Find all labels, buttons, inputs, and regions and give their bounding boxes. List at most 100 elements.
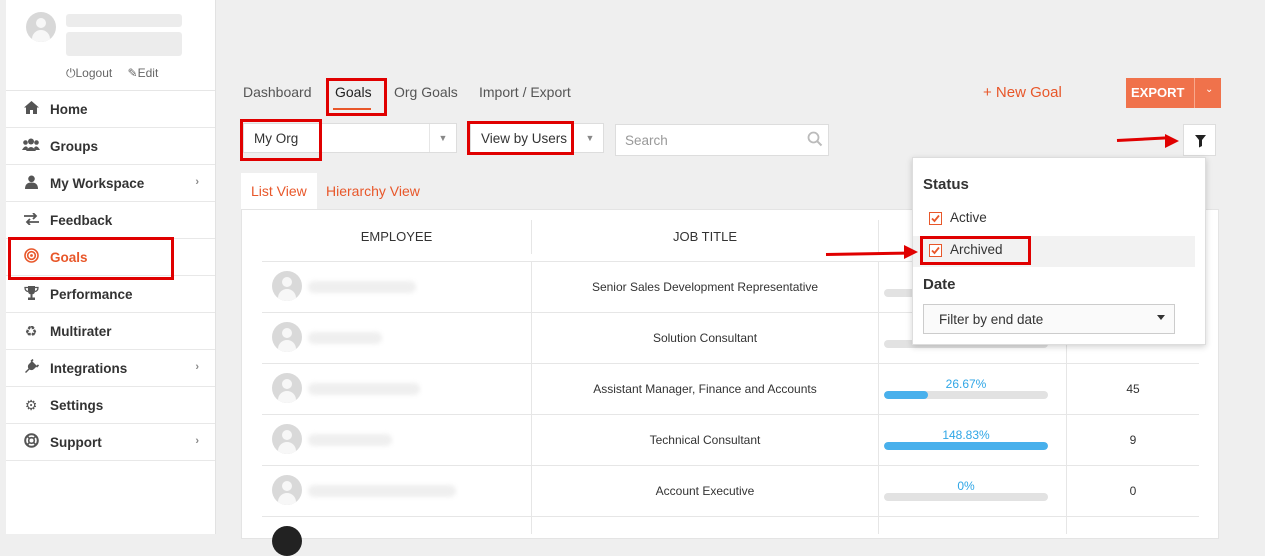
redacted-user-name (66, 14, 182, 27)
view-select[interactable]: View by Users ▼ (470, 123, 604, 153)
row-divider (262, 414, 1199, 415)
status-section-title: Status (923, 176, 969, 193)
job-title-cell: Assistant Manager, Finance and Accounts (593, 382, 817, 396)
avatar (272, 526, 302, 556)
avatar (272, 271, 302, 301)
sidebar-item-my-workspace[interactable]: My Workspace › (6, 165, 215, 202)
tab-list-view[interactable]: List View (241, 173, 317, 210)
dropdown-arrow-icon: ▼ (429, 124, 456, 152)
active-tab-underline (333, 108, 371, 110)
chevron-down-icon[interactable]: ⌄ (1205, 84, 1213, 95)
progress-percent: 26.67% (945, 377, 987, 391)
sidebar-item-label: My Workspace (50, 175, 145, 191)
funnel-icon (1195, 135, 1206, 148)
active-checkbox[interactable] (929, 212, 942, 225)
annotation-arrow-head (904, 245, 918, 259)
sidebar-item-label: Settings (50, 397, 104, 413)
recycle-icon: ♻ (24, 322, 38, 339)
user-icon (22, 175, 40, 192)
job-title-cell: Solution Consultant (652, 331, 758, 345)
search-icon[interactable] (807, 131, 823, 147)
job-title-cell: Technical Consultant (649, 433, 761, 447)
sidebar-item-label: Integrations (50, 360, 128, 376)
header-divider (878, 220, 879, 254)
progress-fill (884, 391, 928, 399)
goal-count-cell: 0 (1129, 484, 1137, 498)
home-icon (22, 101, 40, 117)
trophy-icon (22, 285, 40, 303)
redacted-employee-name (308, 383, 420, 395)
sidebar-item-multirater[interactable]: ♻ Multirater (6, 313, 215, 350)
sidebar-item-settings[interactable]: ⚙ Settings (6, 387, 215, 424)
redacted-user-title (66, 32, 182, 56)
plug-icon (22, 358, 40, 377)
target-icon (22, 248, 40, 266)
search-input[interactable] (615, 124, 829, 156)
active-checkbox-label[interactable]: Active (950, 210, 987, 225)
logout-link[interactable]: ⏻Logout (66, 66, 116, 80)
date-section-title: Date (923, 276, 956, 293)
edit-link[interactable]: ✎Edit (128, 66, 159, 80)
org-select[interactable]: My Org ▼ (243, 123, 457, 153)
tab-hierarchy-view[interactable]: Hierarchy View (326, 173, 420, 210)
date-filter-select[interactable]: Filter by end date (923, 304, 1175, 334)
pencil-icon: ✎ (127, 66, 138, 80)
archived-checkbox[interactable] (929, 244, 942, 257)
export-label: EXPORT (1131, 85, 1185, 100)
header-divider (531, 220, 532, 254)
tab-goals[interactable]: Goals (335, 84, 372, 100)
annotation-arrow-head (1165, 134, 1179, 148)
sidebar-item-home[interactable]: Home (6, 91, 215, 128)
chevron-right-icon: › (195, 176, 199, 188)
column-header-employee[interactable]: EMPLOYEE (262, 229, 531, 244)
job-title-cell: Senior Sales Development Representative (591, 280, 819, 294)
view-select-value: View by Users (481, 131, 568, 146)
checkmark-icon (931, 214, 940, 223)
sidebar-item-label: Home (50, 101, 88, 117)
sidebar-item-feedback[interactable]: Feedback (6, 202, 215, 239)
new-goal-button[interactable]: + New Goal (983, 84, 1062, 101)
row-divider (262, 465, 1199, 466)
job-title-cell: Account Executive (655, 484, 755, 498)
sidebar-item-label: Multirater (50, 323, 112, 339)
column-divider (878, 262, 879, 534)
avatar (272, 475, 302, 505)
swap-arrows-icon (22, 212, 40, 228)
export-button[interactable]: EXPORT ⌄ (1126, 78, 1221, 108)
filter-button[interactable] (1183, 124, 1216, 156)
goal-count-cell: 45 (1126, 382, 1140, 396)
progress-percent: 148.83% (942, 428, 990, 442)
row-divider (262, 516, 1199, 517)
archived-checkbox-label[interactable]: Archived (950, 242, 1003, 257)
profile-block: ⏻Logout ✎Edit (6, 0, 215, 91)
avatar[interactable] (26, 12, 56, 42)
redacted-employee-name (308, 281, 416, 293)
sidebar-item-performance[interactable]: Performance (6, 276, 215, 313)
progress-bar (884, 493, 1048, 501)
edit-label: Edit (137, 66, 159, 80)
progress-fill (884, 442, 1048, 450)
sidebar-item-label: Groups (50, 138, 99, 154)
tab-dashboard[interactable]: Dashboard (243, 84, 312, 100)
groups-icon (22, 138, 40, 154)
progress-bar (884, 442, 1048, 450)
tab-org-goals[interactable]: Org Goals (394, 84, 458, 100)
sidebar-item-groups[interactable]: Groups (6, 128, 215, 165)
redacted-employee-name (308, 332, 382, 344)
chevron-right-icon: › (195, 435, 199, 447)
sidebar-item-support[interactable]: Support › (6, 424, 215, 461)
profile-links: ⏻Logout ✎Edit (66, 66, 170, 81)
sidebar-item-label: Goals (50, 249, 88, 265)
sidebar: ⏻Logout ✎Edit Home Groups My Workspace ›… (6, 0, 216, 534)
avatar (272, 424, 302, 454)
redacted-employee-name (308, 485, 456, 497)
checkmark-icon (931, 246, 940, 255)
tab-import-export[interactable]: Import / Export (479, 84, 571, 100)
row-divider (262, 363, 1199, 364)
dropdown-arrow-icon: ▼ (585, 133, 595, 143)
split-divider (1194, 78, 1195, 108)
sidebar-item-label: Feedback (50, 212, 113, 228)
column-header-job-title[interactable]: JOB TITLE (532, 229, 878, 244)
sidebar-item-goals[interactable]: Goals (6, 239, 215, 276)
sidebar-item-integrations[interactable]: Integrations › (6, 350, 215, 387)
